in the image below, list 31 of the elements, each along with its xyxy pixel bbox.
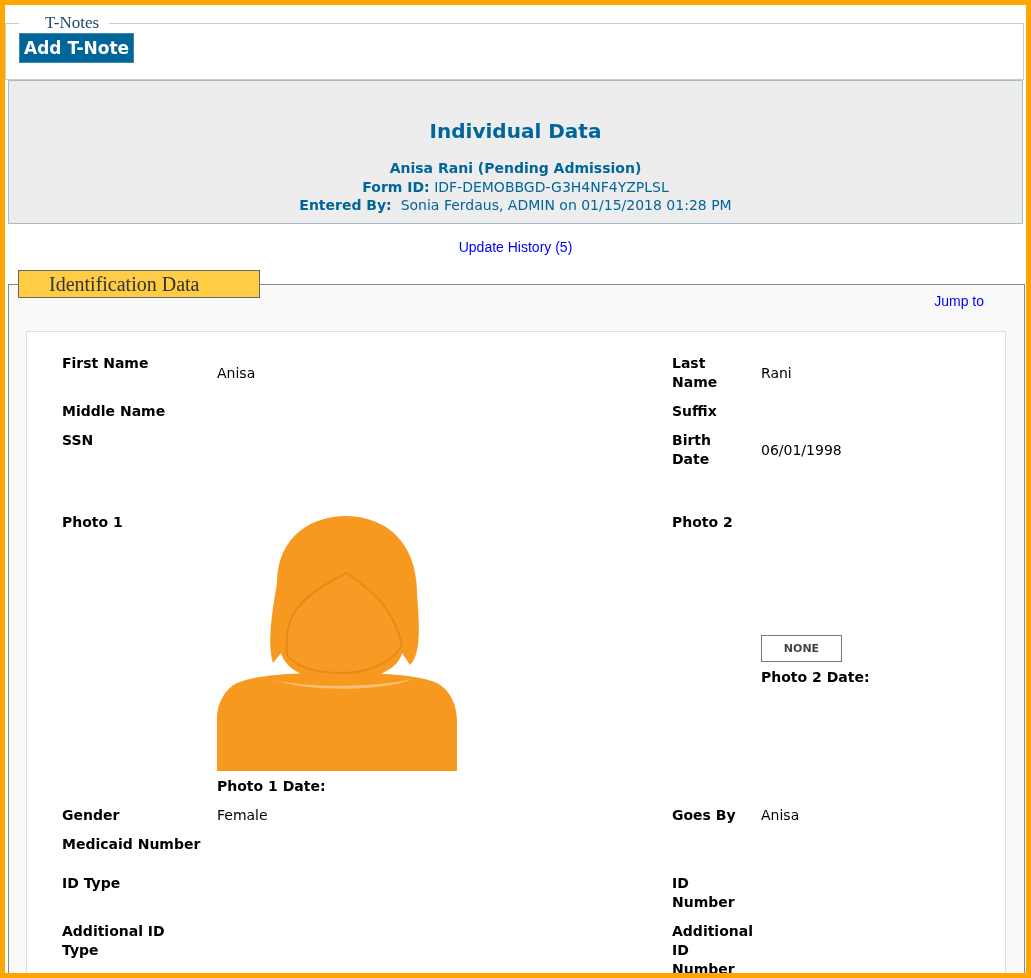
field-value: Rani	[761, 363, 793, 383]
field-label: Birth Date	[672, 431, 713, 469]
field-label: Last Name	[672, 354, 719, 392]
field-value: Anisa	[217, 363, 257, 383]
section-legend: T-Notes	[19, 15, 110, 31]
jump-to-link[interactable]: Jump to	[934, 293, 984, 331]
field-label: SSN	[62, 431, 95, 450]
field-label: Middle Name	[62, 402, 167, 421]
field-label: Medicaid Number	[62, 835, 202, 854]
field-label: Photo 2	[672, 513, 734, 532]
section-legend: Identification Data	[18, 270, 260, 298]
form-id-line: Form ID: IDF-DEMOBBGD-G3H4NF4YZPLSL	[361, 178, 670, 196]
field-label: ID Number	[672, 874, 736, 912]
field-label: Gender	[62, 806, 121, 825]
entered-by-line: Entered By: Sonia Ferdaus, ADMIN on 01/15/2018 01:28 PM	[298, 196, 733, 214]
field-value: Anisa	[761, 806, 801, 825]
field-label: Additional ID Type	[62, 922, 166, 960]
field-label: Suffix	[672, 402, 718, 421]
field-label: First Name	[62, 354, 150, 373]
page-title: Individual Data	[428, 119, 603, 143]
no-photo-button[interactable]: NONE	[761, 634, 842, 662]
field-value: 06/01/1998	[761, 440, 843, 460]
field-label: ID Type	[62, 874, 122, 893]
field-label: Photo 1	[62, 513, 124, 532]
individual-name: Anisa Rani (Pending Admission)	[388, 159, 643, 178]
photo-date-label: Photo 1 Date:	[217, 777, 327, 796]
add-note-button[interactable]: Add T-Note	[19, 33, 135, 63]
field-label: Goes By	[672, 806, 737, 825]
field-value: Female	[217, 806, 269, 825]
update-history-link[interactable]: Update History (5)	[458, 239, 573, 255]
photo-date-label: Photo 2 Date:	[761, 667, 871, 687]
